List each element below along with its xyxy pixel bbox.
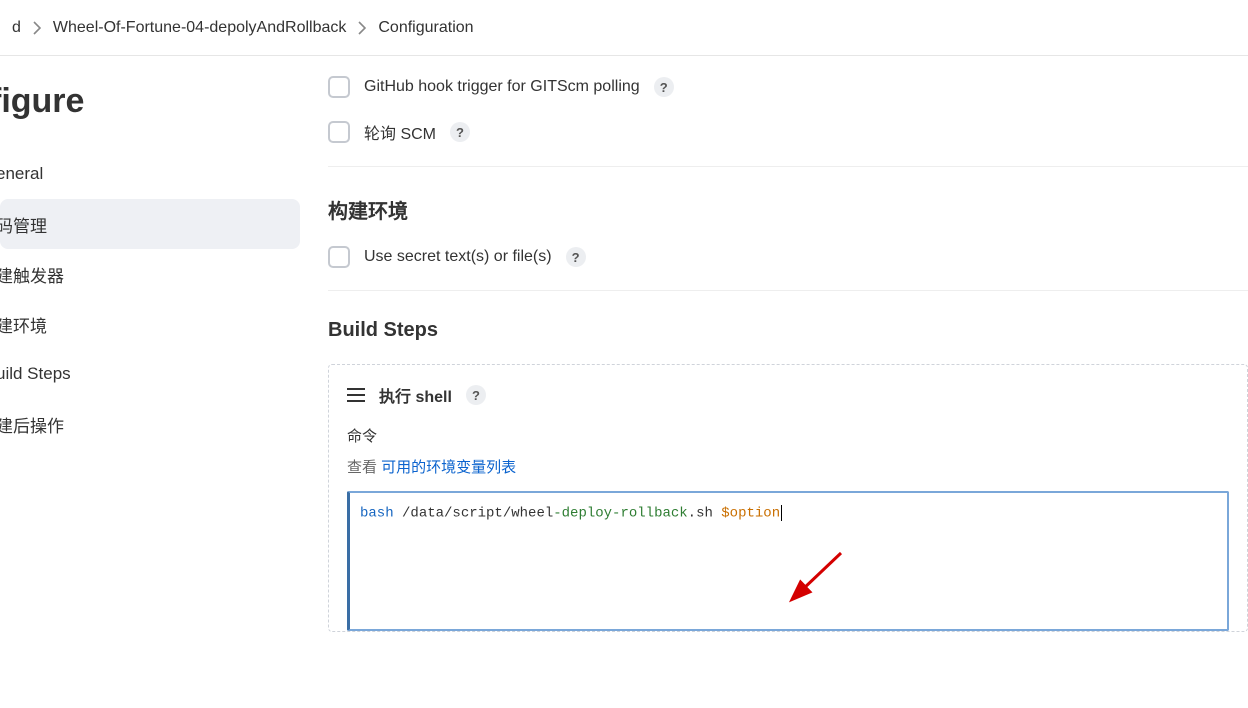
checkbox-github-trigger[interactable] — [328, 76, 350, 98]
env-vars-link[interactable]: 可用的环境变量列表 — [381, 459, 516, 476]
text-caret — [781, 505, 782, 521]
trigger-github-label: GitHub hook trigger for GITScm polling — [364, 78, 640, 96]
trigger-github-row: GitHub hook trigger for GITScm polling ? — [328, 76, 1248, 98]
env-vars-line: 查看 可用的环境变量列表 — [347, 456, 1229, 477]
page-title: figure — [0, 82, 300, 121]
chevron-right-icon — [350, 21, 374, 35]
help-icon[interactable]: ? — [566, 247, 586, 267]
sidebar-item-postbuild[interactable]: 建后操作 — [0, 399, 300, 449]
sidebar: figure eneral 码管理 建触发器 建环境 uild Steps 建后… — [0, 56, 300, 708]
build-step-title: 执行 shell — [379, 383, 452, 407]
main-content: GitHub hook trigger for GITScm polling ?… — [300, 56, 1248, 708]
trigger-pollscm-row: 轮询 SCM ? — [328, 120, 1248, 144]
breadcrumb-item-2[interactable]: Configuration — [374, 19, 477, 37]
command-label: 命令 — [347, 425, 1229, 446]
sidebar-item-scm[interactable]: 码管理 — [0, 199, 300, 249]
env-prefix: 查看 — [347, 459, 381, 476]
section-build-env: 构建环境 — [328, 195, 1248, 224]
sidebar-item-env[interactable]: 建环境 — [0, 299, 300, 349]
secret-label: Use secret text(s) or file(s) — [364, 248, 552, 266]
help-icon[interactable]: ? — [466, 385, 486, 405]
code-token-var: $option — [721, 506, 780, 522]
divider — [328, 290, 1248, 291]
sidebar-item-buildsteps[interactable]: uild Steps — [0, 349, 300, 399]
sidebar-item-triggers[interactable]: 建触发器 — [0, 249, 300, 299]
code-token-tail: .sh — [688, 506, 722, 522]
code-token-dash: -deploy-rollback — [553, 506, 687, 522]
help-icon[interactable]: ? — [654, 77, 674, 97]
breadcrumb-item-1[interactable]: Wheel-Of-Fortune-04-depolyAndRollback — [49, 19, 350, 37]
help-icon[interactable]: ? — [450, 122, 470, 142]
drag-handle-icon[interactable] — [347, 388, 365, 402]
section-build-steps: Build Steps — [328, 319, 1248, 342]
divider — [328, 166, 1248, 167]
checkbox-pollscm[interactable] — [328, 121, 350, 143]
sidebar-menu: eneral 码管理 建触发器 建环境 uild Steps 建后操作 — [0, 149, 300, 449]
chevron-right-icon — [25, 21, 49, 35]
breadcrumb-item-0[interactable]: d — [8, 19, 25, 37]
breadcrumb: d Wheel-Of-Fortune-04-depolyAndRollback … — [0, 0, 1248, 56]
trigger-pollscm-label: 轮询 SCM — [364, 120, 436, 144]
shell-command-input[interactable]: bash /data/script/wheel-deploy-rollback.… — [347, 491, 1229, 631]
build-step-shell: 执行 shell ? 命令 查看 可用的环境变量列表 bash /data/sc… — [328, 364, 1248, 632]
checkbox-secret[interactable] — [328, 246, 350, 268]
code-token-path: /data/script/wheel — [402, 506, 553, 522]
secret-row: Use secret text(s) or file(s) ? — [328, 246, 1248, 268]
code-token-cmd: bash — [360, 506, 394, 522]
sidebar-item-general[interactable]: eneral — [0, 149, 300, 199]
